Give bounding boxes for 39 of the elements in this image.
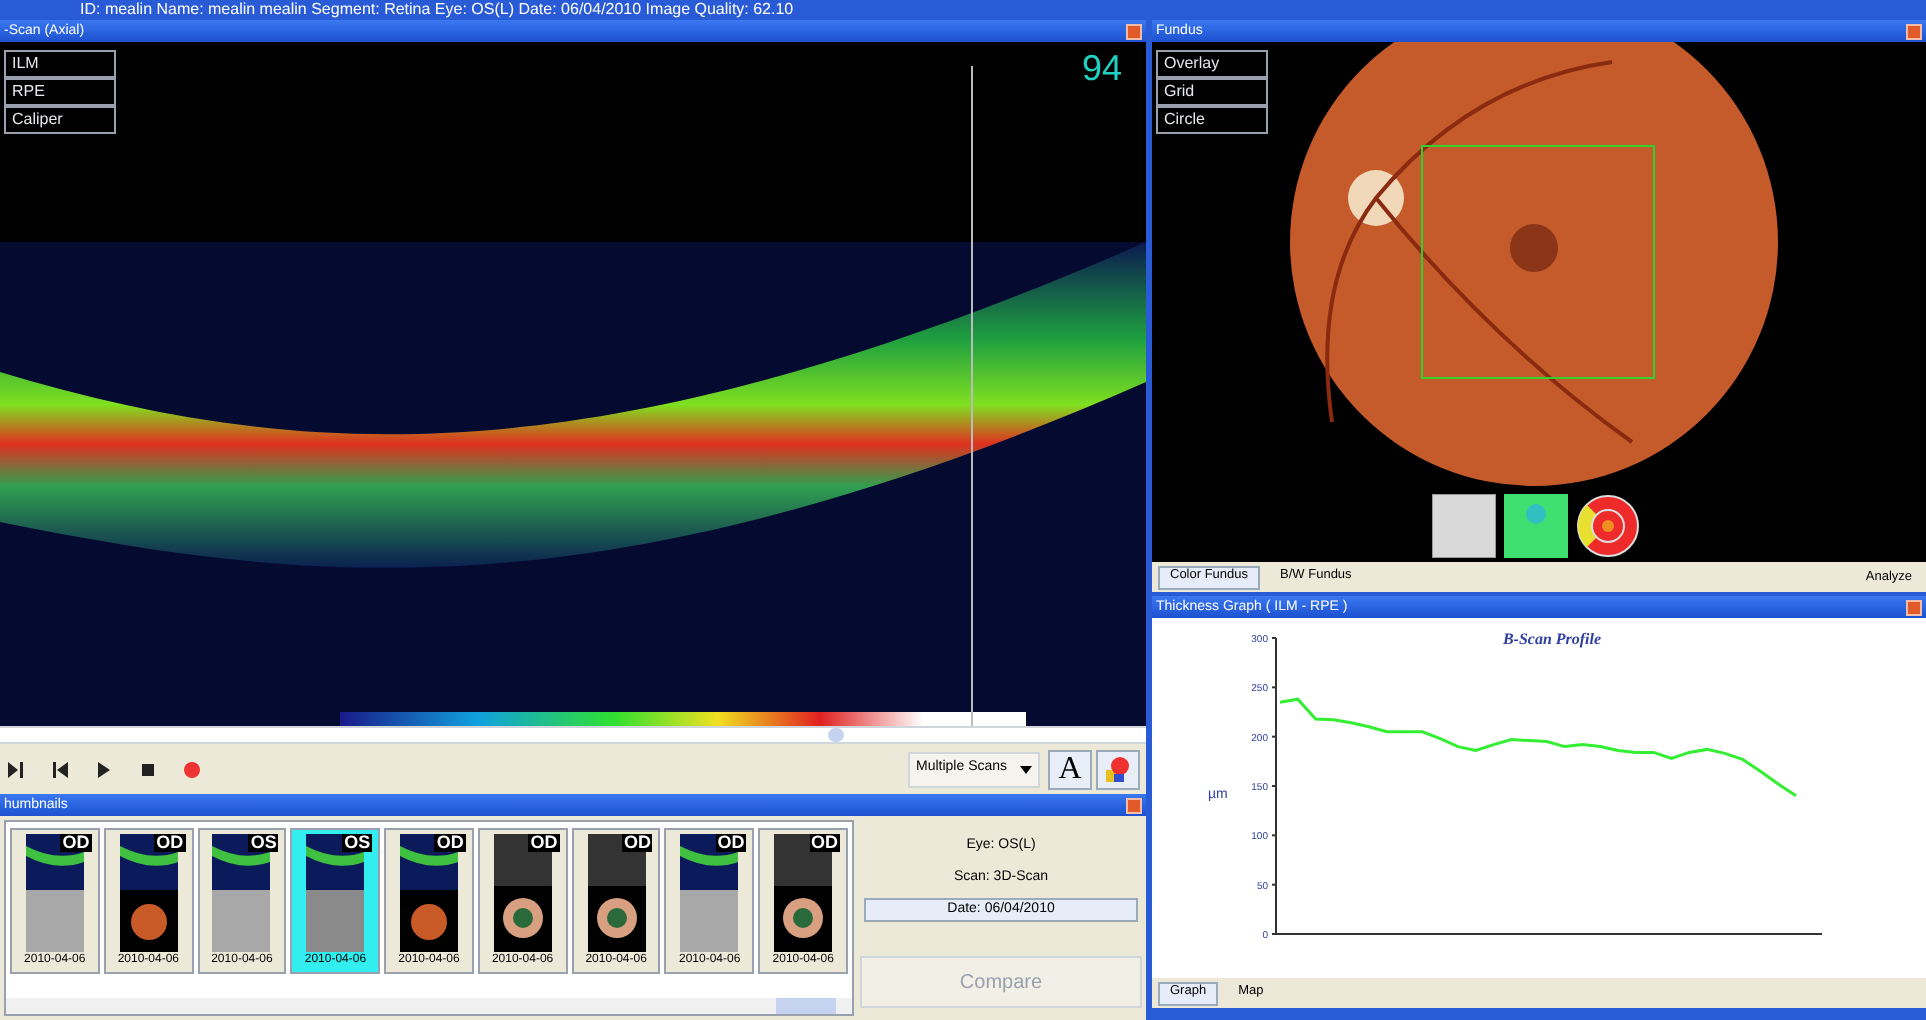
overlay-toggle-button[interactable]: ILM	[4, 50, 116, 78]
eye-label: OD	[528, 834, 560, 852]
overlay-toggle-button[interactable]: Circle	[1156, 106, 1268, 134]
eye-label: OD	[154, 834, 186, 852]
eye-label: OD	[621, 834, 653, 852]
grayscale-map-thumbnail[interactable]	[1432, 494, 1496, 558]
play-icon[interactable]	[94, 759, 114, 779]
quality-score: 94	[1081, 50, 1122, 86]
horizontal-scrollbar[interactable]	[0, 726, 1146, 744]
eye-label: OS	[248, 834, 279, 852]
overlay-toggle-button[interactable]: RPE	[4, 78, 116, 106]
close-icon[interactable]	[1906, 599, 1922, 615]
palette-icon[interactable]	[1104, 755, 1132, 783]
chart-title: B-Scan Profile	[1502, 630, 1602, 648]
eye-label: OD	[60, 834, 92, 852]
thickness-map-thumbnail[interactable]	[1504, 494, 1568, 558]
overlay-toggle-button[interactable]: Overlay	[1156, 50, 1268, 78]
window-title: ID: mealin Name: mealin mealin Segment: Retina Eye: OS(L) Date: 06/04/2010 Image Quality: 62.10	[80, 2, 794, 18]
eye-label: OD	[715, 834, 747, 852]
eye-label: OS	[342, 834, 373, 852]
fundus-photo-thumbnail	[400, 834, 459, 952]
sector-chart-icon[interactable]	[1576, 494, 1640, 558]
previous-frame-icon[interactable]	[50, 759, 70, 779]
scrollbar-thumb[interactable]	[776, 998, 836, 1014]
record-icon[interactable]	[182, 759, 202, 779]
close-icon[interactable]	[1126, 23, 1142, 39]
horizontal-scrollbar[interactable]	[6, 998, 852, 1014]
eye-label: OD	[809, 834, 841, 852]
close-icon[interactable]	[1126, 797, 1142, 813]
stop-icon[interactable]	[138, 759, 158, 779]
scan-area-box[interactable]	[1421, 145, 1655, 379]
close-icon[interactable]	[1906, 23, 1922, 39]
caret-icon	[1020, 765, 1032, 773]
scrollbar-thumb[interactable]	[828, 728, 844, 742]
next-frame-icon[interactable]	[6, 759, 26, 779]
eye-label: OD	[434, 834, 466, 852]
overlay-toggle-button[interactable]: Caliper	[4, 106, 116, 134]
font-button[interactable]: A	[1048, 749, 1092, 789]
overlay-toggle-button[interactable]: Grid	[1156, 78, 1268, 106]
